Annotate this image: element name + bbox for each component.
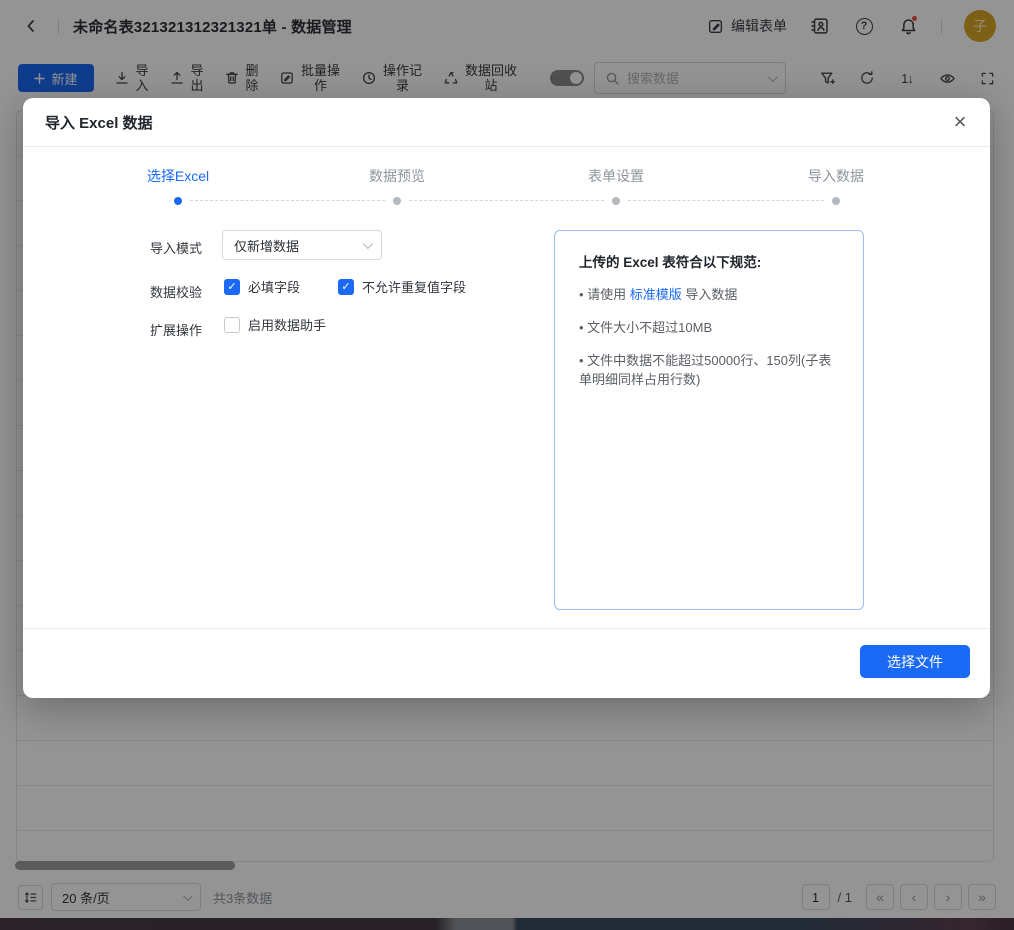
extended-ops-label: 扩展操作 bbox=[150, 320, 202, 339]
step-dot-3 bbox=[612, 197, 620, 205]
check-icon: ✓ bbox=[227, 280, 236, 293]
data-assistant-checkbox[interactable] bbox=[224, 317, 240, 333]
step-connector bbox=[628, 200, 824, 201]
check-icon: ✓ bbox=[341, 280, 350, 293]
import-excel-modal: 导入 Excel 数据 × 选择Excel 数据预览 表单设置 导入数据 导入模… bbox=[23, 98, 990, 698]
import-mode-select[interactable]: 仅新增数据 bbox=[222, 230, 382, 260]
data-validation-label: 数据校验 bbox=[150, 282, 202, 301]
no-duplicate-label: 不允许重复值字段 bbox=[362, 277, 466, 296]
step-form-settings: 表单设置 bbox=[546, 166, 686, 186]
step-data-preview: 数据预览 bbox=[327, 166, 467, 186]
standard-template-link[interactable]: 标准模版 bbox=[630, 287, 682, 302]
select-file-button[interactable]: 选择文件 bbox=[860, 645, 970, 678]
chevron-down-icon bbox=[363, 239, 373, 249]
import-mode-label: 导入模式 bbox=[150, 238, 202, 257]
spec-item-template: 请使用 标准模版 导入数据 bbox=[579, 285, 839, 304]
step-connector bbox=[190, 200, 385, 201]
spec-item-size: 文件大小不超过10MB bbox=[579, 318, 839, 337]
upload-spec-panel: 上传的 Excel 表符合以下规范: 请使用 标准模版 导入数据 文件大小不超过… bbox=[554, 230, 864, 610]
import-mode-value: 仅新增数据 bbox=[234, 236, 299, 255]
spec-item-1-text: 请使用 bbox=[587, 287, 630, 302]
data-assistant-label: 启用数据助手 bbox=[248, 315, 326, 334]
no-duplicate-checkbox[interactable]: ✓ bbox=[338, 279, 354, 295]
spec-item-1-suffix: 导入数据 bbox=[682, 287, 738, 302]
step-dot-2 bbox=[393, 197, 401, 205]
spec-item-limits: 文件中数据不能超过50000行、150列(子表单明细同样占用行数) bbox=[579, 351, 839, 389]
step-connector bbox=[409, 200, 604, 201]
step-dot-1 bbox=[174, 197, 182, 205]
close-button[interactable]: × bbox=[946, 108, 974, 136]
step-dot-4 bbox=[832, 197, 840, 205]
step-select-excel[interactable]: 选择Excel bbox=[108, 166, 248, 186]
spec-title: 上传的 Excel 表符合以下规范: bbox=[579, 251, 839, 271]
modal-header: 导入 Excel 数据 bbox=[23, 98, 990, 147]
modal-title: 导入 Excel 数据 bbox=[45, 112, 153, 133]
modal-footer: 选择文件 bbox=[23, 628, 990, 698]
required-fields-checkbox[interactable]: ✓ bbox=[224, 279, 240, 295]
required-fields-label: 必填字段 bbox=[248, 277, 300, 296]
step-import-data: 导入数据 bbox=[766, 166, 906, 186]
